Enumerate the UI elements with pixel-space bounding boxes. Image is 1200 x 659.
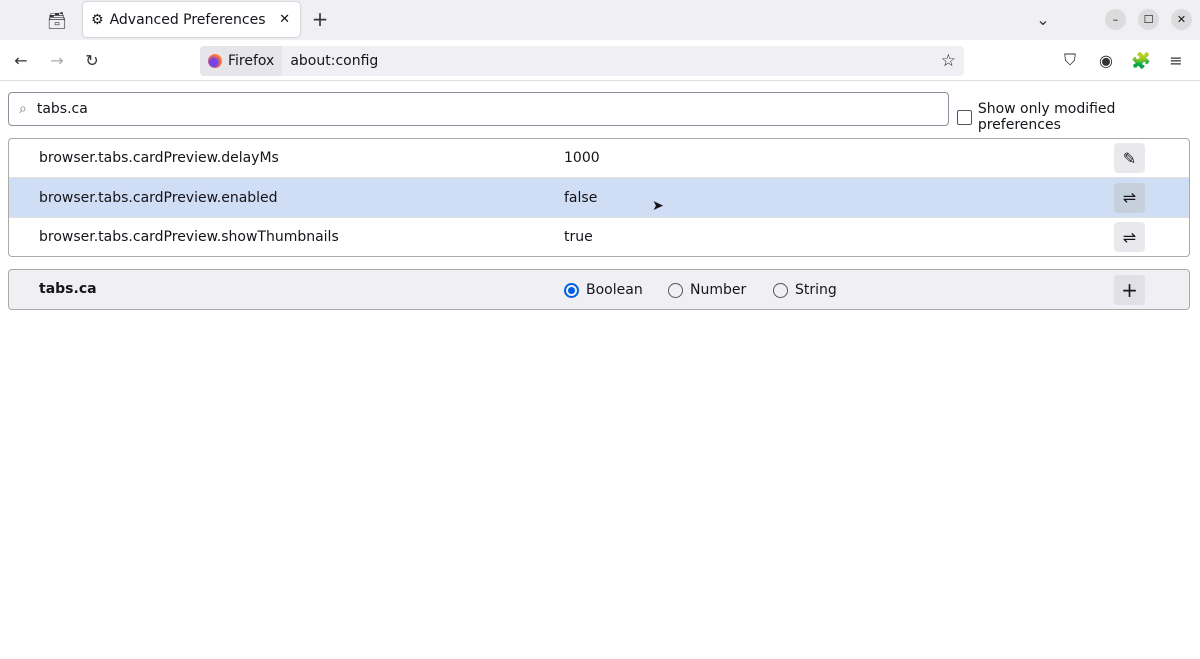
search-icon: ⌕ [19, 101, 27, 117]
edit-icon: ✎ [1122, 148, 1137, 168]
checkbox-label: Show only modified preferences [977, 101, 1116, 133]
radio-string[interactable]: String [773, 282, 837, 298]
table-row[interactable]: browser.tabs.cardPreview.enabled false ➤… [9, 178, 1189, 217]
tab-bar: 🗃 ⚙ Advanced Preferences ✕ + ⌄ – ☐ ✕ [0, 0, 1200, 40]
radio-label: Boolean [586, 282, 643, 298]
reload-icon[interactable]: ↻ [82, 50, 102, 70]
forward-icon[interactable]: → [47, 50, 67, 70]
bookmark-star-icon[interactable]: ☆ [941, 51, 956, 71]
toggle-icon: ⇌ [1122, 188, 1137, 207]
prefs-table: browser.tabs.cardPreview.delayMs 1000 ✎ … [8, 138, 1190, 257]
radio-circle[interactable] [564, 282, 579, 298]
table-row[interactable]: browser.tabs.cardPreview.showThumbnails … [9, 217, 1189, 256]
add-button[interactable]: + [1114, 275, 1145, 305]
tab-advanced-preferences[interactable]: ⚙ Advanced Preferences ✕ [83, 2, 300, 37]
search-value: tabs.ca [36, 101, 88, 117]
radio-circle[interactable] [668, 282, 683, 298]
new-tab-icon[interactable]: + [310, 7, 330, 31]
identity-label: Firefox [228, 53, 275, 69]
new-pref-row: tabs.ca Boolean Number String + [8, 269, 1190, 310]
maximize-button[interactable]: ☐ [1138, 9, 1159, 30]
pref-name: browser.tabs.cardPreview.delayMs [39, 150, 279, 166]
toggle-button[interactable]: ⇌ [1114, 182, 1145, 213]
pref-value: true [564, 229, 593, 245]
radio-label: Number [690, 282, 747, 298]
edit-button[interactable]: ✎ [1114, 143, 1145, 173]
checkbox[interactable] [957, 109, 972, 125]
list-tabs-chevron-icon[interactable]: ⌄ [1033, 9, 1053, 29]
radio-boolean[interactable]: Boolean [564, 282, 643, 298]
firefox-logo-icon [208, 54, 222, 68]
mouse-cursor-icon: ➤ [652, 198, 664, 214]
menu-icon[interactable]: ≡ [1166, 50, 1186, 70]
tab-title: Advanced Preferences [109, 11, 266, 28]
toggle-icon: ⇌ [1122, 227, 1137, 247]
extensions-icon[interactable]: 🧩 [1131, 50, 1151, 70]
pref-name: browser.tabs.cardPreview.showThumbnails [39, 229, 339, 245]
close-tab-icon[interactable]: ✕ [279, 12, 290, 27]
url-bar[interactable]: Firefox about:config ☆ [200, 46, 964, 76]
nav-bar: ← → ↻ Firefox about:config ☆ ⛉ ◉ 🧩 ≡ [0, 40, 1200, 81]
toggle-button[interactable]: ⇌ [1114, 222, 1145, 252]
account-icon[interactable]: ◉ [1096, 50, 1116, 70]
identity-box[interactable]: Firefox [200, 46, 283, 76]
close-window-button[interactable]: ✕ [1171, 9, 1192, 30]
url-text[interactable]: about:config [290, 53, 378, 69]
minimize-button[interactable]: – [1105, 9, 1126, 30]
pref-value: false [564, 189, 598, 206]
pref-value: 1000 [564, 150, 600, 166]
radio-circle[interactable] [773, 282, 788, 298]
tab-overview-icon[interactable]: 🗃 [46, 10, 68, 30]
gear-icon: ⚙ [91, 11, 104, 28]
radio-number[interactable]: Number [668, 282, 746, 298]
pref-name: browser.tabs.cardPreview.enabled [39, 189, 278, 206]
table-row[interactable]: browser.tabs.cardPreview.delayMs 1000 ✎ [9, 139, 1189, 178]
back-icon[interactable]: ← [11, 50, 31, 70]
plus-icon: + [1121, 278, 1138, 302]
pocket-icon[interactable]: ⛉ [1060, 50, 1080, 70]
show-modified-checkbox[interactable]: Show only modified preferences [957, 101, 1200, 133]
search-input[interactable]: ⌕ tabs.ca [8, 92, 949, 126]
new-pref-name: tabs.ca [39, 281, 97, 297]
radio-label: String [795, 282, 837, 298]
